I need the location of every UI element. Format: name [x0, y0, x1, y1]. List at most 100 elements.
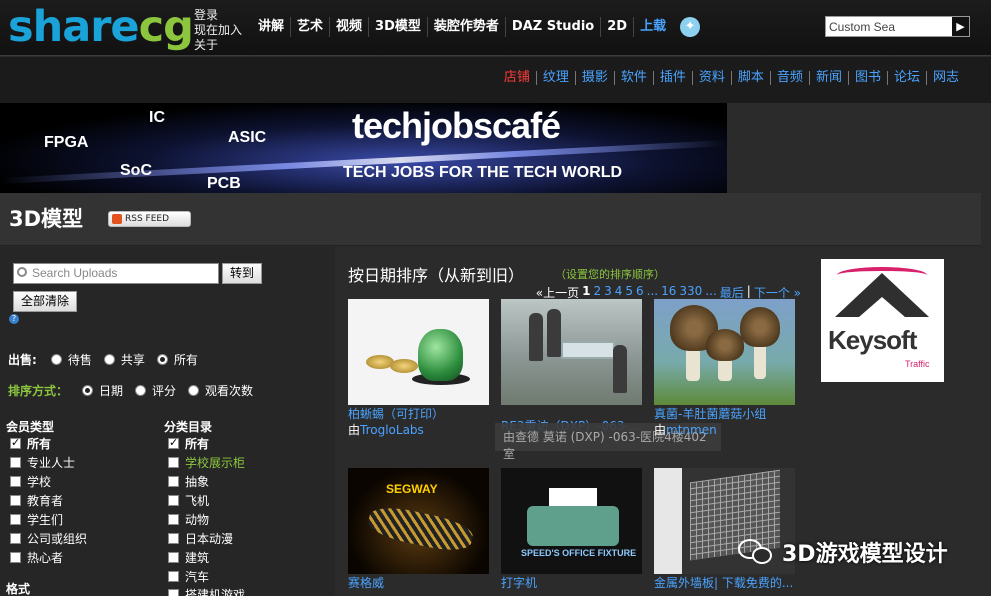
category-aircraft[interactable]: 飞机	[168, 492, 209, 509]
radio-for-sale[interactable]	[50, 354, 62, 365]
about-link[interactable]: 关于	[194, 38, 242, 53]
nav-art[interactable]: 艺术	[290, 17, 329, 37]
google-search-box: ▶	[825, 16, 970, 37]
banner-chip-asic: ASIC	[228, 129, 267, 146]
banner-chip-fpga: FPGA	[44, 134, 89, 151]
sharecg-logo[interactable]: sharecg	[8, 2, 194, 52]
nav-upload[interactable]: 上载	[633, 17, 672, 37]
member-educator[interactable]: 教育者	[10, 492, 63, 509]
item-title[interactable]: 真菌-羊肚菌蘑菇小组	[654, 405, 799, 422]
radio-for-sale-label: 待售	[67, 353, 92, 367]
member-company-label: 公司或组织	[27, 532, 88, 546]
checkbox[interactable]	[168, 457, 179, 468]
category-arcade-games[interactable]: 搭建机游戏	[168, 586, 245, 596]
subnav-plugins[interactable]: 插件	[652, 71, 692, 85]
upload-search-input[interactable]: Search Uploads	[13, 263, 219, 284]
item-title[interactable]: 柏蜥蜴（可打印）	[348, 405, 493, 422]
radio-sort-rating[interactable]	[135, 385, 147, 396]
subnav-books[interactable]: 图书	[847, 71, 887, 85]
subnav-resources[interactable]: 资料	[691, 71, 731, 85]
member-educator-label: 教育者	[27, 494, 64, 508]
subnav-forum[interactable]: 论坛	[886, 71, 926, 85]
go-button[interactable]: 转到	[222, 263, 262, 284]
member-hobbyist[interactable]: 热心者	[10, 549, 63, 566]
subnav-news[interactable]: 新闻	[808, 71, 848, 85]
checkbox[interactable]	[168, 476, 179, 487]
nav-2d[interactable]: 2D	[600, 17, 633, 37]
thumbnail-gecko[interactable]	[348, 299, 489, 405]
radio-sort-views[interactable]	[188, 385, 200, 396]
item-title[interactable]: 打字机	[501, 574, 646, 591]
category-animals[interactable]: 动物	[168, 511, 209, 528]
category-anime[interactable]: 日本动漫	[168, 530, 233, 547]
byline-prefix: 由	[654, 423, 667, 437]
join-link[interactable]: 现在加入	[194, 23, 242, 38]
category-architecture[interactable]: 建筑	[168, 549, 209, 566]
checkbox[interactable]	[168, 495, 179, 506]
google-search-button[interactable]: ▶	[952, 17, 969, 36]
sort-filter: 排序方式： 日期 评分 观看次数	[8, 382, 253, 399]
category-aircraft-label: 飞机	[185, 494, 210, 508]
radio-all[interactable]	[156, 354, 168, 365]
keysoft-ad[interactable]: Keysoft Traffic	[821, 259, 944, 382]
subnav-shop[interactable]: 店铺	[498, 71, 536, 85]
rss-feed-button[interactable]: RSS FEED	[108, 211, 191, 227]
category-all[interactable]: 所有	[168, 435, 209, 452]
nav-3d-models[interactable]: 3D模型	[368, 17, 427, 37]
radio-sort-date[interactable]	[82, 385, 94, 396]
member-school[interactable]: 学校	[10, 473, 51, 490]
checkbox[interactable]	[10, 533, 21, 544]
subnav-audio[interactable]: 音频	[769, 71, 809, 85]
help-icon[interactable]: ?	[9, 314, 19, 324]
twitter-icon[interactable]: ✦	[680, 17, 701, 37]
checkbox[interactable]	[168, 552, 179, 563]
checkbox[interactable]	[10, 476, 21, 487]
member-professional[interactable]: 专业人士	[10, 454, 75, 471]
nav-daz-studio[interactable]: DAZ Studio	[504, 17, 600, 37]
subnav-textures[interactable]: 纹理	[535, 71, 575, 85]
item-title[interactable]: 赛格威	[348, 574, 493, 591]
radio-free[interactable]	[103, 354, 115, 365]
checkbox[interactable]	[168, 589, 179, 596]
member-student[interactable]: 学生们	[10, 511, 63, 528]
item-title[interactable]: 金属外墙板| 下载免费的...	[654, 574, 799, 591]
checkbox[interactable]	[168, 436, 179, 449]
subnav-software[interactable]: 软件	[613, 71, 653, 85]
thumbnail-typewriter[interactable]: SPEED'S OFFICE FIXTURE	[501, 468, 642, 574]
clear-all-button[interactable]: 全部清除	[13, 291, 77, 312]
subnav-photos[interactable]: 摄影	[574, 71, 614, 85]
watermark: 3D游戏模型设计	[738, 536, 948, 568]
checkbox[interactable]	[10, 436, 21, 449]
figure-shape	[529, 313, 543, 361]
watermark-text: 3D游戏模型设计	[782, 542, 948, 567]
checkbox[interactable]	[10, 495, 21, 506]
checkbox[interactable]	[10, 457, 21, 468]
member-all[interactable]: 所有	[10, 435, 51, 452]
google-search-input[interactable]	[826, 17, 952, 36]
main-nav: 讲解 艺术 视频 3D模型 装腔作势者 DAZ Studio 2D 上载 ✦	[252, 17, 701, 37]
subnav-blog[interactable]: 网志	[925, 71, 965, 85]
category-school-showcase[interactable]: 学校展示柜	[168, 454, 245, 471]
coin-shape	[390, 359, 418, 373]
set-sort-order-link[interactable]: （设置您的排序顺序）	[555, 266, 665, 282]
nav-tutorials[interactable]: 讲解	[252, 17, 290, 37]
techjobscafe-banner-ad[interactable]: IC FPGA ASIC SoC PCB techjobscafé TECH J…	[0, 103, 727, 193]
checkbox[interactable]	[168, 533, 179, 544]
checkbox[interactable]	[168, 514, 179, 525]
subnav-scripts[interactable]: 脚本	[730, 71, 770, 85]
login-link[interactable]: 登录	[194, 8, 242, 23]
upload-search-placeholder: Search Uploads	[32, 266, 118, 280]
category-abstract[interactable]: 抽象	[168, 473, 209, 490]
thumbnail-mushroom[interactable]	[654, 299, 795, 405]
member-company[interactable]: 公司或组织	[10, 530, 87, 547]
thumbnail-segway[interactable]: SEGWAY	[348, 468, 489, 574]
nav-poser[interactable]: 装腔作势者	[426, 17, 505, 37]
nav-video[interactable]: 视频	[329, 17, 368, 37]
thumbnail-hospital[interactable]	[501, 299, 642, 405]
checkbox[interactable]	[168, 571, 179, 582]
checkbox[interactable]	[10, 552, 21, 563]
checkbox[interactable]	[10, 514, 21, 525]
item-author[interactable]: mtnmen	[666, 423, 717, 437]
item-author[interactable]: TrogloLabs	[360, 423, 424, 437]
category-cars[interactable]: 汽车	[168, 568, 209, 585]
